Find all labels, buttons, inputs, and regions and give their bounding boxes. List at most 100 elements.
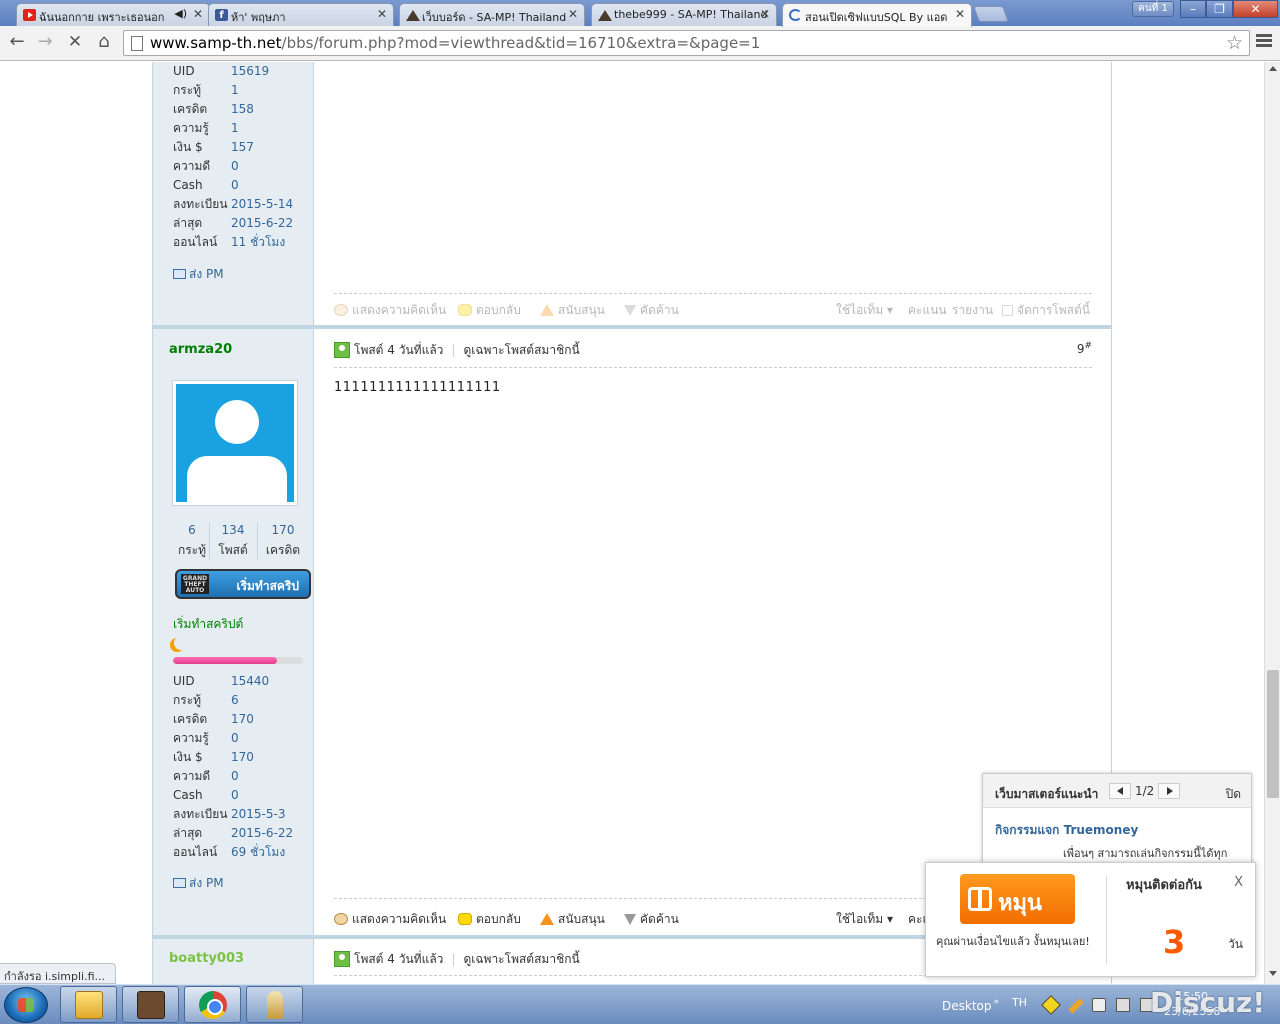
only-author-link[interactable]: ดูเฉพาะโพสต์สมาชิกนี้ [463,343,579,357]
restore-button[interactable]: ❐ [1206,0,1233,18]
oppose-button[interactable]: คัดค้าน [624,910,679,929]
prev-page-button[interactable] [1109,783,1131,799]
avatar[interactable] [173,381,297,505]
stat-value[interactable]: 1 [231,83,239,97]
close-icon[interactable]: ✕ [377,7,387,21]
scroll-up-icon[interactable] [1269,66,1277,71]
oppose-button[interactable]: คัดค้าน [624,301,679,320]
rate-button[interactable]: คะแนน [908,301,947,320]
stat-value[interactable]: 157 [231,140,254,154]
recommend-item-title[interactable]: กิจกรรมแจก Truemoney [995,821,1138,840]
shield-icon[interactable] [1041,995,1061,1015]
scrollbar-thumb[interactable] [1267,670,1279,798]
spin-now-button[interactable]: หมุนเลย [960,874,1075,951]
tab-samp-board[interactable]: เว็บบอร์ด - SA-MP! Thailand ✕ [399,3,585,26]
tab-active-thread[interactable]: สอนเปิดเซิฟแบบSQL By แอด ✕ [782,3,972,27]
arrow-down-icon [624,914,636,925]
author-username[interactable]: armza20 [169,342,232,357]
back-button[interactable]: ← [4,31,30,55]
stat-row: ลงทะเบียน 2015-5-3 [173,805,293,824]
stat-row: UID 15440 [173,672,293,691]
speaker-icon[interactable] [1092,998,1106,1012]
use-item-button[interactable]: ใช้ไอเท็ม ▾ [836,910,893,929]
stat-value[interactable]: 15440 [231,674,269,688]
taskbar-app-chess[interactable] [246,986,303,1023]
reply-button[interactable]: ตอบกลับ [458,301,521,320]
report-button[interactable]: รายงาน [952,301,993,320]
manage-post-button[interactable]: จัดการโพสต์นี้ [1002,301,1090,320]
close-icon[interactable]: ✕ [760,7,770,21]
next-page-button[interactable] [1158,783,1181,799]
pencil-icon[interactable] [1068,998,1084,1014]
support-button[interactable]: สนับสนุน [540,910,605,929]
stat-value[interactable]: 0 [231,788,239,802]
support-button[interactable]: สนับสนุน [540,301,605,320]
prev-post-actions: แสดงความคิดเห็น ตอบกลับ สนับสนุน คัดค้าน… [334,301,1092,321]
minimize-button[interactable]: – [1180,0,1206,18]
scroll-down-icon[interactable] [1269,971,1277,976]
stat-value[interactable]: 2015-5-3 [231,807,285,821]
taskbar-chrome[interactable] [184,986,241,1023]
rank-name[interactable]: เริ่มทำสคริปต์ [173,615,243,634]
checkbox-icon [1002,305,1013,316]
stat-label: ออนไลน์ [173,845,218,859]
recommend-close-button[interactable]: ปิด [1226,785,1241,804]
taskbar-app-game[interactable] [122,986,179,1023]
send-pm-link[interactable]: ส่ง PM [173,265,224,284]
stat-value[interactable]: 2015-6-22 [231,826,293,840]
stat-label: เครดิต [173,712,208,726]
home-button[interactable]: ⌂ [91,31,117,55]
recommend-header: เว็บมาสเตอร์แนะนำ 1/2 ปิด [983,774,1251,808]
stat-value[interactable]: 0 [231,769,239,783]
game-character-icon [137,991,165,1019]
comment-button[interactable]: แสดงความคิดเห็น [334,301,446,320]
taskbar-explorer[interactable] [60,986,117,1023]
chess-pawn-icon [267,991,283,1019]
posts-stat[interactable]: 134 โพสต์ [209,523,257,560]
avatar-body [187,456,287,502]
stat-value[interactable]: 6 [231,693,239,707]
stat-value[interactable]: 0 [231,178,239,192]
post-floor-number[interactable]: 9# [1077,341,1092,356]
close-icon[interactable]: ✕ [193,7,203,21]
forward-button[interactable]: → [32,31,58,55]
stat-value[interactable]: 0 [231,731,239,745]
stop-button[interactable]: ✕ [62,31,88,55]
only-author-link[interactable]: ดูเฉพาะโพสต์สมาชิกนี้ [463,952,579,966]
stat-value[interactable]: 2015-6-22 [231,216,293,230]
browser-status-bubble: กำลังรอ i.simpli.fi... [0,963,117,984]
stat-value[interactable]: 170 [231,712,254,726]
spin-close-button[interactable]: X [1234,875,1243,890]
stat-value[interactable]: 11 ชั่วโมง [231,235,285,249]
stat-value[interactable]: 170 [231,750,254,764]
send-pm-link[interactable]: ส่ง PM [173,874,224,893]
new-tab-button[interactable] [973,6,1009,22]
start-button[interactable] [4,987,48,1023]
use-item-button[interactable]: ใช้ไอเท็ม ▾ [836,301,893,320]
author-username[interactable]: boatty003 [169,951,244,966]
window-close-button[interactable]: ✕ [1233,0,1278,18]
tab-samp-user[interactable]: thebe999 - SA-MP! Thailand ✕ [591,3,777,26]
close-icon[interactable]: ✕ [568,7,578,21]
bookmark-star-icon[interactable]: ☆ [1226,32,1243,54]
stat-row: ความรู้ 1 [173,119,293,138]
reply-button[interactable]: ตอบกลับ [458,910,521,929]
credits-stat[interactable]: 170 เครดิต [257,523,309,560]
stat-value[interactable]: 15619 [231,64,269,78]
stat-value[interactable]: 158 [231,102,254,116]
tab-youtube[interactable]: ฉันนอกกาย เพราะเธอนอก ◀) ✕ [16,3,210,26]
comment-button[interactable]: แสดงความคิดเห็น [334,910,446,929]
desktop-toolbar[interactable]: Desktop» [942,997,999,1013]
vertical-scrollbar[interactable] [1264,62,1280,984]
stat-value[interactable]: 1 [231,121,239,135]
tab-facebook[interactable]: f ห้า' พฤษภา ✕ [208,3,394,26]
stat-value[interactable]: 0 [231,159,239,173]
chrome-menu-button[interactable] [1256,34,1272,50]
stat-value[interactable]: 2015-5-14 [231,197,293,211]
language-indicator[interactable]: TH [1012,996,1027,1009]
profile-badge[interactable]: คนที่ 1 [1132,1,1174,17]
network-icon[interactable] [1116,998,1130,1012]
close-icon[interactable]: ✕ [955,7,965,21]
address-bar[interactable]: www.samp-th.net/bbs/forum.php?mod=viewth… [123,30,1250,56]
stat-value[interactable]: 69 ชั่วโมง [231,845,285,859]
